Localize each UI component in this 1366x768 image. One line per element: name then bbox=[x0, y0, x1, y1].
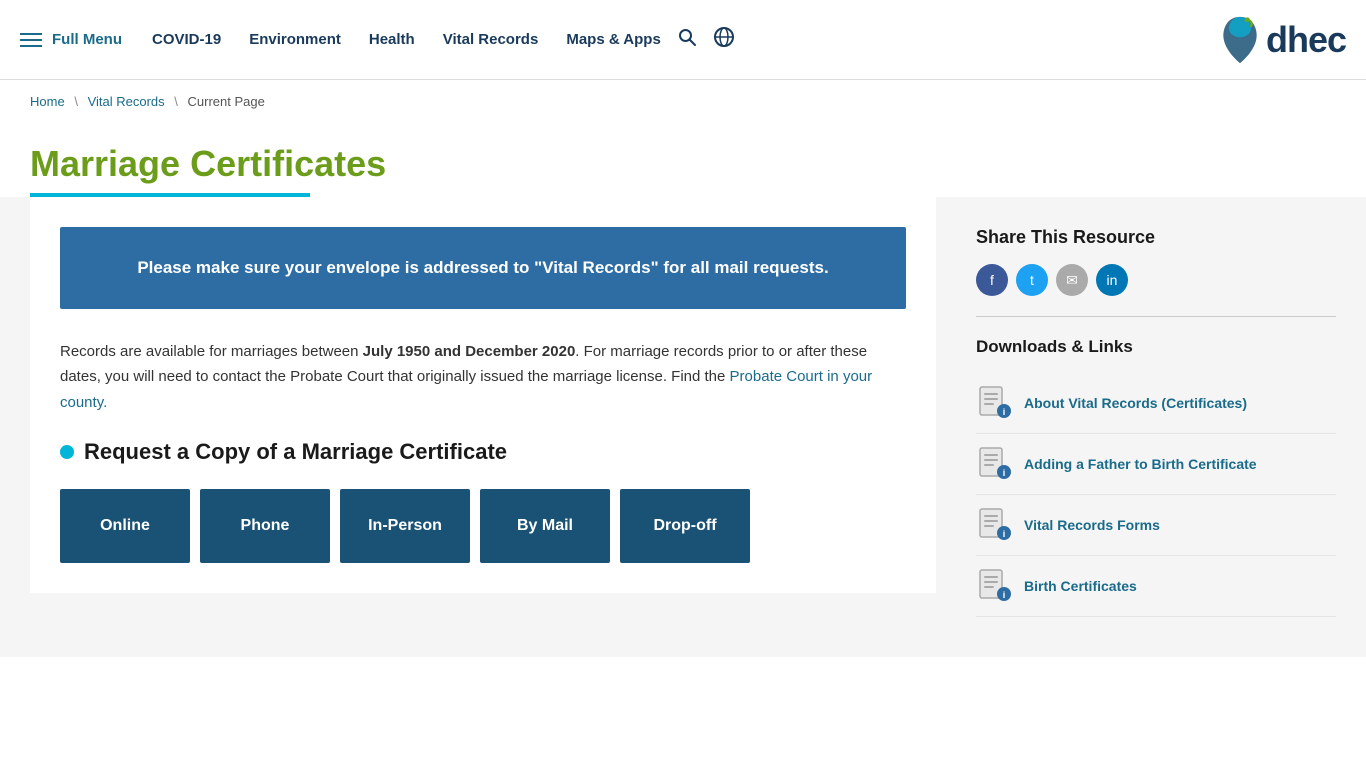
by-mail-button[interactable]: By Mail bbox=[480, 489, 610, 563]
sidebar: Share This Resource f t ✉ in Downloads &… bbox=[976, 197, 1336, 617]
phone-button[interactable]: Phone bbox=[200, 489, 330, 563]
section-heading: Request a Copy of a Marriage Certificate bbox=[60, 439, 906, 465]
main-content: Please make sure your envelope is addres… bbox=[30, 197, 936, 617]
alert-box: Please make sure your envelope is addres… bbox=[60, 227, 906, 309]
document-icon-1: i bbox=[976, 385, 1012, 421]
records-before: Records are available for marriages betw… bbox=[60, 343, 363, 360]
downloads-section: Downloads & Links i About Vital Records … bbox=[976, 337, 1336, 617]
alert-text: Please make sure your envelope is addres… bbox=[137, 258, 828, 277]
birth-certificates-link[interactable]: Birth Certificates bbox=[1024, 578, 1137, 594]
adding-father-link[interactable]: Adding a Father to Birth Certificate bbox=[1024, 456, 1257, 472]
online-button[interactable]: Online bbox=[60, 489, 190, 563]
section-heading-text: Request a Copy of a Marriage Certificate bbox=[84, 439, 507, 465]
breadcrumb-sep-2: \ bbox=[174, 94, 178, 109]
breadcrumb-sep-1: \ bbox=[74, 94, 78, 109]
records-date-range: July 1950 and December 2020 bbox=[363, 343, 576, 360]
breadcrumb-home[interactable]: Home bbox=[30, 94, 65, 109]
share-twitter-button[interactable]: t bbox=[1016, 264, 1048, 296]
title-area: Marriage Certificates bbox=[0, 123, 1366, 197]
svg-text:i: i bbox=[1003, 529, 1006, 539]
document-icon-2: i bbox=[976, 446, 1012, 482]
breadcrumb-current: Current Page bbox=[188, 94, 265, 109]
vital-records-forms-link[interactable]: Vital Records Forms bbox=[1024, 517, 1160, 533]
breadcrumb-vital-records[interactable]: Vital Records bbox=[88, 94, 165, 109]
svg-text:i: i bbox=[1003, 590, 1006, 600]
nav-link-covid19[interactable]: COVID-19 bbox=[152, 31, 221, 48]
nav-links: COVID-19 Environment Health Vital Record… bbox=[152, 31, 661, 48]
dhec-logo: dhec bbox=[1218, 15, 1346, 65]
download-item-birth-certs[interactable]: i Birth Certificates bbox=[976, 556, 1336, 617]
content-area: Please make sure your envelope is addres… bbox=[30, 197, 936, 593]
svg-text:i: i bbox=[1003, 468, 1006, 478]
document-icon-4: i bbox=[976, 568, 1012, 604]
about-vital-records-link[interactable]: About Vital Records (Certificates) bbox=[1024, 395, 1247, 411]
download-item-adding-father[interactable]: i Adding a Father to Birth Certificate bbox=[976, 434, 1336, 495]
globe-icon[interactable] bbox=[713, 26, 735, 54]
nav-link-maps-apps[interactable]: Maps & Apps bbox=[566, 31, 660, 48]
page-title: Marriage Certificates bbox=[30, 143, 1336, 185]
nav-link-environment[interactable]: Environment bbox=[249, 31, 341, 48]
svg-text:i: i bbox=[1003, 407, 1006, 417]
dhec-logo-icon bbox=[1218, 15, 1262, 65]
nav-link-vital-records[interactable]: Vital Records bbox=[443, 31, 539, 48]
nav-icons bbox=[677, 26, 735, 54]
document-icon-3: i bbox=[976, 507, 1012, 543]
share-facebook-button[interactable]: f bbox=[976, 264, 1008, 296]
drop-off-button[interactable]: Drop-off bbox=[620, 489, 750, 563]
navigation-bar: Full Menu COVID-19 Environment Health Vi… bbox=[0, 0, 1366, 80]
share-icons: f t ✉ in bbox=[976, 264, 1336, 296]
nav-link-health[interactable]: Health bbox=[369, 31, 415, 48]
in-person-button[interactable]: In-Person bbox=[340, 489, 470, 563]
request-buttons-row: Online Phone In-Person By Mail Drop-off bbox=[60, 489, 906, 563]
hamburger-menu[interactable] bbox=[20, 33, 42, 47]
breadcrumb: Home \ Vital Records \ Current Page bbox=[0, 80, 1366, 123]
share-linkedin-button[interactable]: in bbox=[1096, 264, 1128, 296]
share-section: Share This Resource f t ✉ in bbox=[976, 227, 1336, 296]
download-item-about[interactable]: i About Vital Records (Certificates) bbox=[976, 373, 1336, 434]
page-container: Please make sure your envelope is addres… bbox=[0, 197, 1366, 657]
download-item-forms[interactable]: i Vital Records Forms bbox=[976, 495, 1336, 556]
share-email-button[interactable]: ✉ bbox=[1056, 264, 1088, 296]
search-icon[interactable] bbox=[677, 27, 697, 53]
dhec-wordmark: dhec bbox=[1266, 19, 1346, 61]
records-paragraph: Records are available for marriages betw… bbox=[60, 339, 906, 416]
sidebar-divider bbox=[976, 316, 1336, 317]
section-bullet bbox=[60, 445, 74, 459]
full-menu-link[interactable]: Full Menu bbox=[52, 31, 122, 48]
share-title: Share This Resource bbox=[976, 227, 1336, 248]
downloads-title: Downloads & Links bbox=[976, 337, 1336, 357]
